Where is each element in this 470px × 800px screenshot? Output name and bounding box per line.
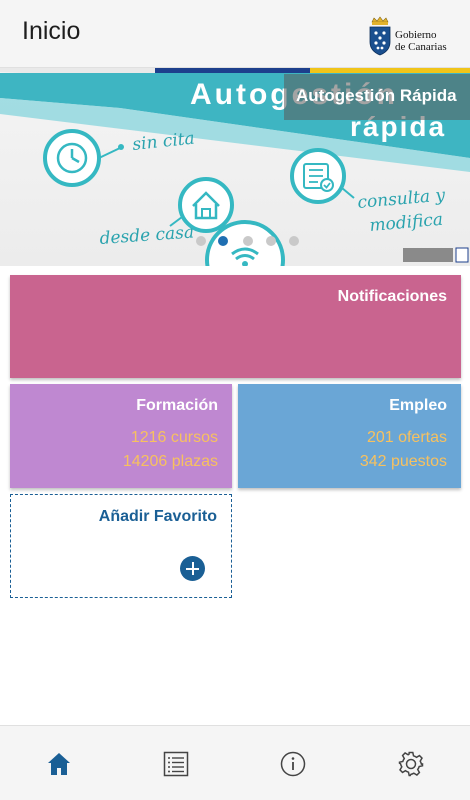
banner-carousel[interactable]: Autogestión rápida sin cita desde casa: [0, 68, 470, 266]
formacion-tile[interactable]: Formación 1216 cursos 14206 plazas: [10, 384, 232, 488]
banner-title: Autogestión Rápida: [284, 74, 470, 120]
clock-icon: [43, 129, 101, 187]
banner-feature-modifica: modifica: [369, 210, 444, 236]
formacion-title: Formación: [136, 397, 218, 414]
bottom-navigation: [0, 725, 470, 800]
coat-of-arms-icon: [369, 16, 391, 56]
checklist-icon: [290, 148, 346, 204]
add-favorite-title: Añadir Favorito: [98, 508, 217, 525]
banner-feature-desde-casa: desde casa: [99, 222, 195, 249]
logo-text: Gobierno de Canarias: [395, 29, 447, 53]
banner-feature-sin-cita: sin cita: [131, 129, 195, 155]
carousel-dot-1[interactable]: [196, 236, 206, 246]
formacion-cursos: 1216 cursos: [130, 429, 218, 446]
notificaciones-title: Notificaciones: [337, 288, 447, 305]
app-header: Inicio Gobierno de Canarias: [0, 0, 470, 68]
carousel-dot-5[interactable]: [289, 236, 299, 246]
home-icon[interactable]: [45, 750, 73, 778]
empleo-puestos: 342 puestos: [359, 453, 447, 470]
page-title: Inicio: [22, 17, 81, 45]
gobierno-de-canarias-logo: Gobierno de Canarias: [368, 16, 458, 56]
logo-text-line1: Gobierno: [395, 29, 437, 41]
carousel-dot-2[interactable]: [218, 236, 228, 246]
info-icon[interactable]: [279, 750, 307, 778]
list-icon[interactable]: [162, 750, 190, 778]
banner-feature-consulta: consulta y: [357, 185, 447, 213]
app-screen: Inicio Gobierno de Canarias rápida sin c…: [0, 0, 470, 800]
empleo-title: Empleo: [389, 397, 447, 414]
gear-icon[interactable]: [397, 750, 425, 778]
add-favorite-tile[interactable]: Añadir Favorito: [10, 494, 232, 598]
carousel-dot-3[interactable]: [243, 236, 253, 246]
carousel-dot-4[interactable]: [266, 236, 276, 246]
empleo-tile[interactable]: Empleo 201 ofertas 342 puestos: [238, 384, 461, 488]
formacion-plazas: 14206 plazas: [122, 453, 218, 470]
logo-text-line2: de Canarias: [395, 41, 447, 53]
banner-footer-logos: [403, 247, 469, 263]
notificaciones-tile[interactable]: Notificaciones: [10, 275, 461, 378]
empleo-ofertas: 201 ofertas: [366, 429, 447, 446]
add-favorite-plus-button[interactable]: [180, 556, 205, 581]
